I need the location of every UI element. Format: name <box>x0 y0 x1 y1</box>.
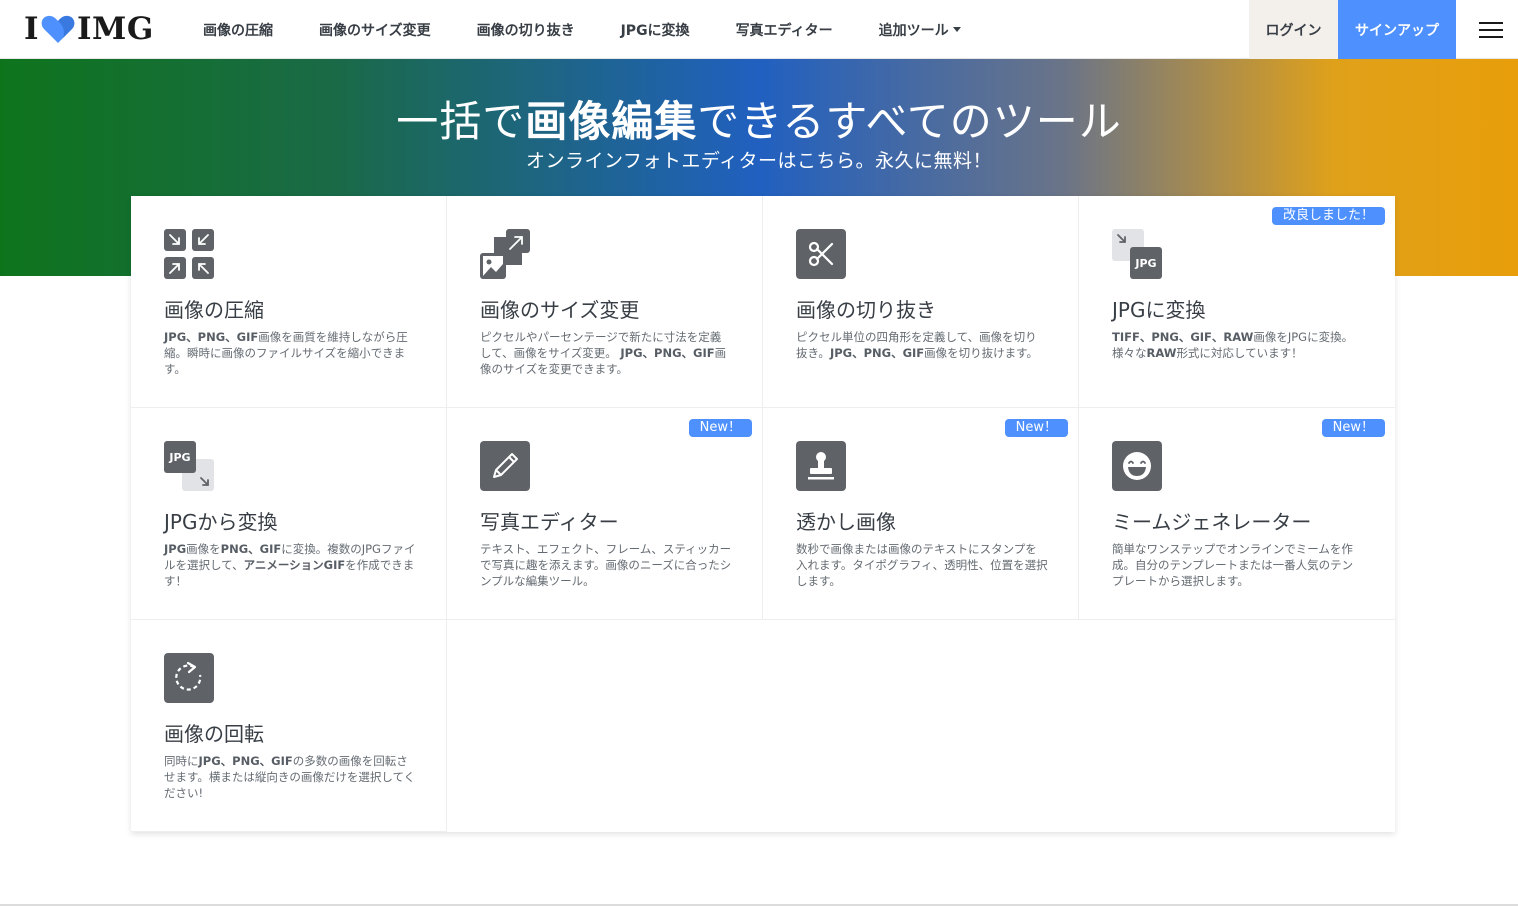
hero-title: 一括で画像編集できるすべてのツール <box>396 97 1122 146</box>
svg-text:JPG: JPG <box>1134 257 1156 270</box>
to-jpg-icon: JPG <box>1112 229 1164 281</box>
nav-crop[interactable]: 画像の切り抜き <box>477 20 575 40</box>
tool-description: ピクセル単位の四角形を定義して、画像を切り抜き。JPG、PNG、GIF画像を切り… <box>796 330 1039 360</box>
nav-resize[interactable]: 画像のサイズ変更 <box>319 20 431 40</box>
tool-description: 同時にJPG、PNG、GIFの多数の画像を回転させます。横または縦向きの画像だけ… <box>164 754 416 800</box>
heart-icon <box>41 15 75 43</box>
nav-more-tools[interactable]: 追加ツール <box>879 20 961 40</box>
tool-description: 数秒で画像または画像のテキストにスタンプを入れます。タイポグラフィ、透明性、位置… <box>796 542 1048 588</box>
tool-card-meme-generator[interactable]: New！ ミームジェネレーター簡単なワンステップでオンラインでミームを作成。自分… <box>1079 408 1395 620</box>
tool-title: ミームジェネレーター <box>1112 510 1312 534</box>
stamp-icon <box>796 441 848 493</box>
logo-letter-i: I <box>24 11 40 47</box>
laugh-icon <box>1112 441 1164 493</box>
rotate-icon <box>164 653 216 705</box>
header: I IMG 画像の圧縮 画像のサイズ変更 画像の切り抜き JPGに変換 写真エデ… <box>0 0 1518 59</box>
tool-title: 写真エディター <box>480 510 619 534</box>
tool-title: 画像の切り抜き <box>796 298 936 322</box>
tool-card-compress[interactable]: 画像の圧縮 JPG、PNG、GIF画像を画質を維持しながら圧縮。瞬時に画像のファイ… <box>131 196 447 408</box>
tool-description: 簡単なワンステップでオンラインでミームを作成。自分のテンプレートまたは一番人気の… <box>1112 542 1354 588</box>
badge: 改良しました！ <box>1271 207 1385 225</box>
tool-card-resize[interactable]: 画像のサイズ変更ピクセルやパーセンテージで新たに寸法を定義して、画像をサイズ変更… <box>447 196 763 408</box>
tool-description: JPG、PNG、GIF画像を画質を維持しながら圧縮。瞬時に画像のファイルサイズを… <box>164 330 408 376</box>
tool-card-crop[interactable]: 画像の切り抜きピクセル単位の四角形を定義して、画像を切り抜き。JPG、PNG、G… <box>763 196 1079 408</box>
nav-photo-editor[interactable]: 写真エディター <box>736 20 833 40</box>
tool-description: ピクセルやパーセンテージで新たに寸法を定義して、画像をサイズ変更。 JPG、PN… <box>480 330 727 376</box>
tool-title: 画像の圧縮 <box>164 298 264 322</box>
caret-down-icon <box>952 27 961 32</box>
hamburger-icon[interactable] <box>1470 16 1512 44</box>
hero-subtitle: オンラインフォトエディターはこちら。永久に無料！ <box>525 150 993 172</box>
tool-card-watermark[interactable]: New！ 透かし画像数秒で画像または画像のテキストにスタンプを入れます。タイポグ… <box>763 408 1079 620</box>
tool-title: 透かし画像 <box>796 510 896 534</box>
logo-text-img: IMG <box>77 11 154 47</box>
badge: New！ <box>1004 419 1068 437</box>
tool-card-convert-to-jpg[interactable]: 改良しました！ JPG JPGに変換 TIFF、PNG、GIF、RAW画像をJPG… <box>1079 196 1395 408</box>
login-button[interactable]: ログイン <box>1249 0 1338 59</box>
logo[interactable]: I IMG <box>24 11 154 47</box>
tool-title: 画像のサイズ変更 <box>480 298 640 322</box>
tool-card-photo-editor[interactable]: New！ 写真エディターテキスト、エフェクト、フレーム、スティッカーで写真に趣を… <box>447 408 763 620</box>
scissors-icon <box>796 229 848 281</box>
compress-icon <box>164 229 216 281</box>
tool-card-rotate[interactable]: 画像の回転同時にJPG、PNG、GIFの多数の画像を回転させます。横または縦向き… <box>131 620 447 832</box>
badge: New！ <box>688 419 752 437</box>
nav-compress[interactable]: 画像の圧縮 <box>203 20 273 40</box>
pencil-icon <box>480 441 532 493</box>
tool-description: JPG画像をPNG、GIFに変換。複数のJPGファイルを選択して、アニメーション… <box>164 542 416 588</box>
nav-convert-jpg[interactable]: JPGに変換 <box>621 20 690 40</box>
svg-text:JPG: JPG <box>168 451 190 464</box>
tool-title: 画像の回転 <box>164 722 264 746</box>
tools-grid: 画像の圧縮 JPG、PNG、GIF画像を画質を維持しながら圧縮。瞬時に画像のファイ… <box>131 196 1395 832</box>
signup-button[interactable]: サインアップ <box>1338 0 1456 59</box>
tool-title: JPGに変換 <box>1112 298 1206 322</box>
tool-description: TIFF、PNG、GIF、RAW画像をJPGに変換。様々なRAW形式に対応してい… <box>1112 330 1354 360</box>
tool-title: JPGから変換 <box>164 510 278 534</box>
tool-description: テキスト、エフェクト、フレーム、スティッカーで写真に趣を添えます。画像のニーズに… <box>480 542 732 588</box>
from-jpg-icon: JPG <box>164 441 216 493</box>
main-nav: 画像の圧縮 画像のサイズ変更 画像の切り抜き JPGに変換 写真エディター 追加… <box>180 0 984 59</box>
resize-icon <box>480 229 532 281</box>
badge: New！ <box>1321 419 1385 437</box>
tool-card-convert-from-jpg[interactable]: JPG JPGから変換 JPG画像をPNG、GIFに変換。複数のJPGファイルを選… <box>131 408 447 620</box>
